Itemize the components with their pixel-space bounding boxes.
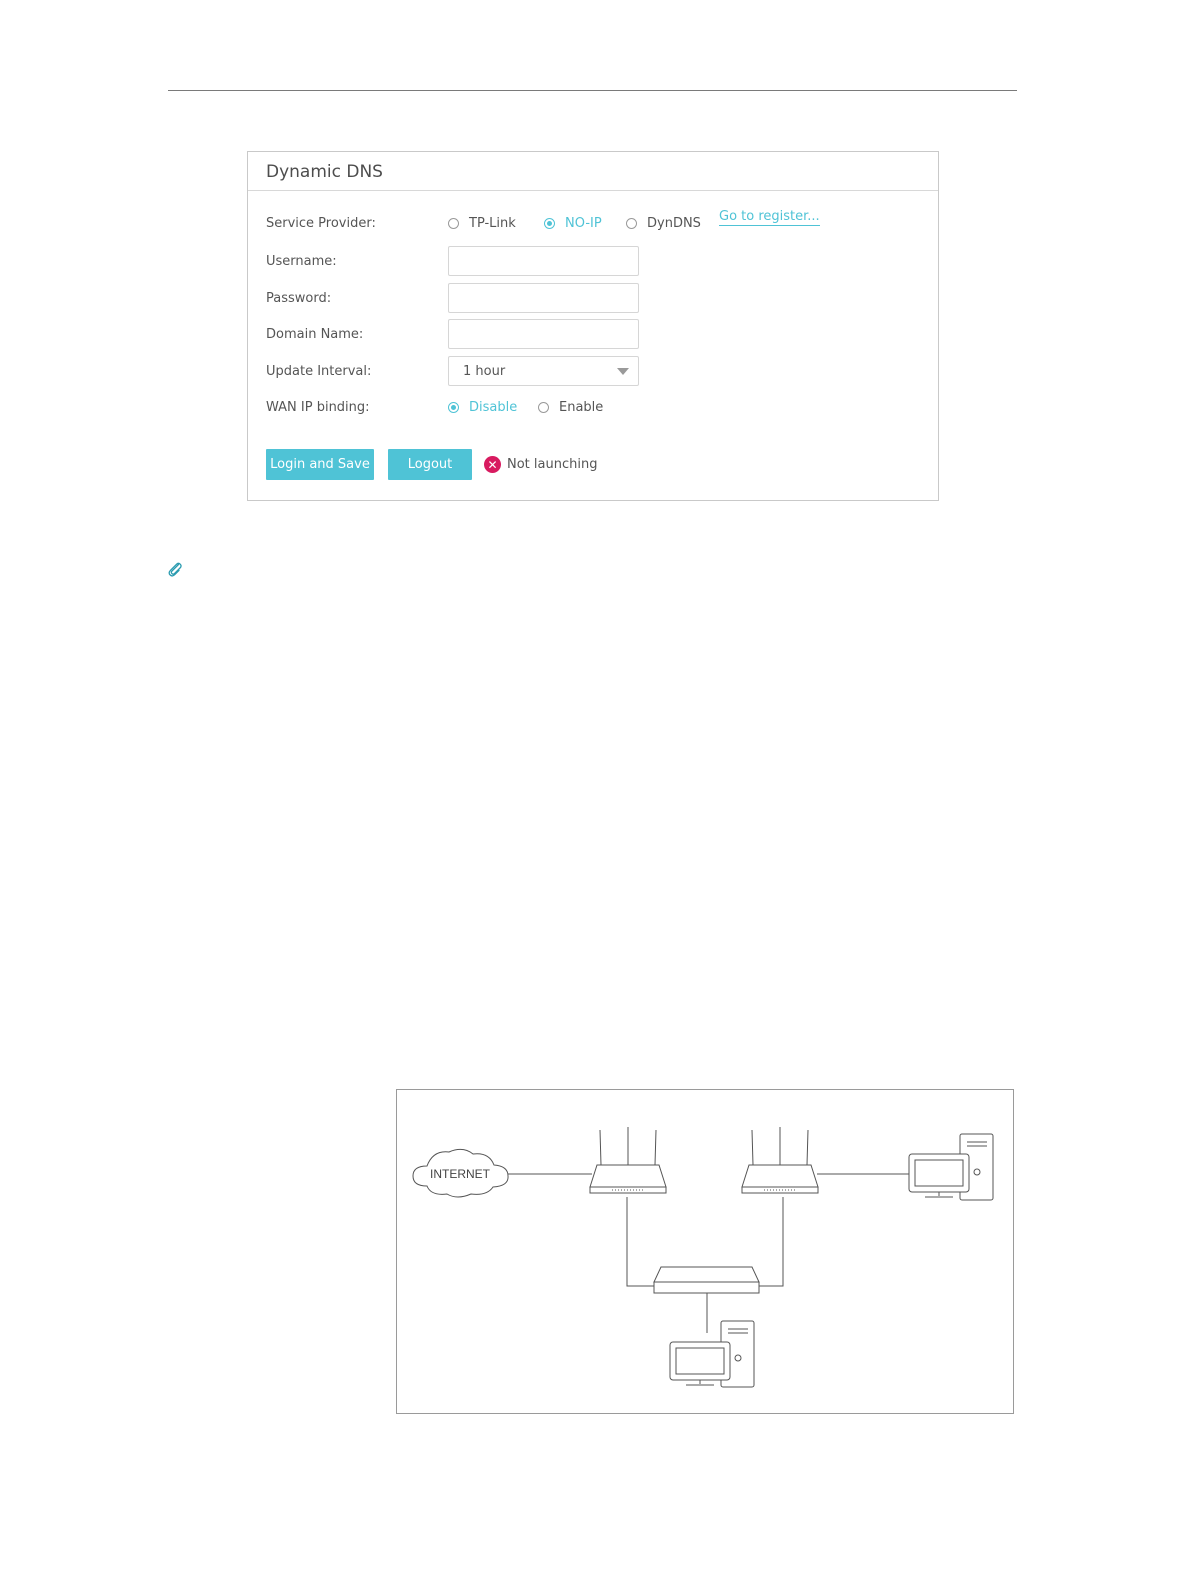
provider-label-dyndns: DynDNS [647,216,701,231]
panel-divider [248,190,938,191]
paperclip-icon [168,562,182,577]
dynamic-dns-panel: Dynamic DNS Service Provider: TP-Link NO… [247,151,939,501]
update-interval-select[interactable]: 1 hour [448,356,639,386]
wan-binding-radio-disable[interactable]: Disable [448,400,517,415]
link-line [626,1197,655,1287]
router-icon [589,1127,667,1194]
computer-icon [669,1320,755,1388]
radio-selected-icon [448,402,459,413]
password-label: Password: [266,291,332,306]
radio-circle-icon [626,218,637,229]
radio-circle-icon [448,218,459,229]
wan-binding-radio-enable[interactable]: Enable [538,400,603,415]
router-icon [741,1127,819,1194]
wan-binding-label-disable: Disable [469,400,518,415]
update-interval-value: 1 hour [463,364,506,379]
wan-binding-label-enable: Enable [559,400,604,415]
wan-ip-binding-label: WAN IP binding: [266,400,370,415]
provider-label-tplink: TP-Link [469,216,516,231]
status-text: Not launching [507,457,598,472]
login-and-save-button[interactable]: Login and Save [266,449,374,480]
update-interval-label: Update Interval: [266,364,372,379]
provider-radio-tplink[interactable]: TP-Link [448,216,516,231]
internet-label: INTERNET [430,1167,491,1181]
radio-circle-icon [538,402,549,413]
header-rule [168,90,1017,91]
username-label: Username: [266,254,337,269]
error-x-icon: ✕ [484,456,501,473]
chevron-down-icon [617,368,629,375]
link-line [759,1197,784,1287]
provider-label-noip: NO-IP [565,216,602,231]
radio-selected-icon [544,218,555,229]
service-provider-label: Service Provider: [266,216,376,231]
status-indicator: ✕ Not launching [484,456,597,473]
panel-title: Dynamic DNS [266,162,383,182]
network-topology: INTERNET [412,1127,994,1388]
provider-radio-dyndns[interactable]: DynDNS [626,216,701,231]
domain-name-label: Domain Name: [266,327,364,342]
switch-icon [653,1266,760,1294]
username-field[interactable] [448,246,639,276]
password-field[interactable] [448,283,639,313]
provider-radio-noip[interactable]: NO-IP [544,216,602,231]
logout-button[interactable]: Logout [388,449,472,480]
computer-icon [908,1133,994,1201]
network-diagram: INTERNET [396,1089,1014,1414]
go-to-register-link[interactable]: Go to register... [719,209,820,226]
domain-name-field[interactable] [448,319,639,349]
